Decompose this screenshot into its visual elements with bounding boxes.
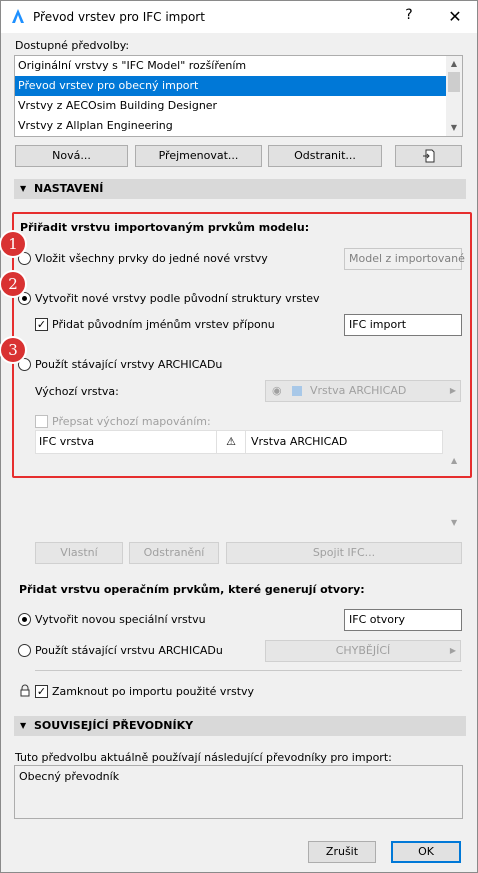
- lock-layers-checkbox[interactable]: ✓: [35, 685, 48, 698]
- scroll-up-icon[interactable]: ▲: [446, 56, 462, 72]
- special-layer-label: Vytvořit novou speciální vrstvu: [35, 613, 206, 626]
- settings-header-label: NASTAVENÍ: [34, 182, 104, 195]
- custom-button[interactable]: Vlastní: [35, 542, 123, 564]
- openings-title: Přidat vrstvu operačním prvkům, které ge…: [19, 583, 365, 596]
- suffix-checkbox[interactable]: ✓: [35, 318, 48, 331]
- existing-opening-layer-label: Použít stávající vrstvu ARCHICADu: [35, 644, 223, 657]
- original-structure-label: Vytvořit nové vrstvy podle původní struk…: [35, 292, 320, 305]
- table-scroll-down-icon[interactable]: ▼: [451, 518, 457, 527]
- preset-item[interactable]: Vrstvy z Allplan Engineering: [15, 116, 462, 136]
- presets-scrollbar[interactable]: ▲ ▼: [446, 56, 462, 136]
- default-layer-value: Vrstva ARCHICAD: [310, 384, 407, 397]
- existing-layers-label: Použít stávající vrstvy ARCHICADu: [35, 358, 223, 371]
- mapping-table-header: IFC vrstva ⚠ Vrstva ARCHICAD: [35, 430, 443, 454]
- collapse-triangle-icon: ▼: [20, 184, 27, 193]
- suffix-input[interactable]: IFC import: [344, 314, 462, 336]
- preset-item[interactable]: Originální vrstvy s "IFC Model" rozšířen…: [15, 56, 462, 76]
- override-checkbox[interactable]: [35, 415, 48, 428]
- eye-icon: ◉: [272, 384, 282, 397]
- opening-layer-value: CHYBĚJÍCÍ: [335, 644, 391, 657]
- scroll-thumb[interactable]: [448, 72, 460, 92]
- close-button[interactable]: ✕: [445, 7, 465, 27]
- dropdown-arrow-icon: ▶: [449, 646, 456, 655]
- divider: [35, 670, 462, 671]
- window-title: Převod vrstev pro IFC import: [33, 10, 205, 24]
- archicad-layer-column[interactable]: Vrstva ARCHICAD: [248, 431, 428, 453]
- openings-layer-input[interactable]: IFC otvory: [344, 609, 462, 631]
- default-layer-dropdown[interactable]: ◉ Vrstva ARCHICAD ▶: [265, 380, 461, 402]
- single-layer-radio[interactable]: [18, 252, 31, 265]
- ok-button[interactable]: OK: [391, 841, 461, 863]
- scroll-down-icon[interactable]: ▼: [446, 120, 462, 136]
- badge-3: 3: [1, 338, 25, 362]
- single-layer-label: Vložit všechny prvky do jedné nové vrstv…: [35, 252, 268, 265]
- related-translators-list: Obecný převodník: [14, 765, 463, 819]
- warning-icon: ⚠: [216, 431, 246, 453]
- collapse-triangle-icon: ▼: [20, 721, 27, 730]
- delete-preset-button[interactable]: Odstranit...: [268, 145, 382, 167]
- preset-item[interactable]: Vrstvy z AECOsim Building Designer: [15, 96, 462, 116]
- suffix-label: Přidat původním jménům vrstev příponu: [52, 318, 275, 331]
- help-button[interactable]: ?: [399, 7, 419, 27]
- presets-list[interactable]: Originální vrstvy s "IFC Model" rozšířen…: [14, 55, 463, 137]
- archicad-app-icon: [12, 9, 24, 23]
- new-preset-button[interactable]: Nová...: [15, 145, 128, 167]
- single-layer-name-field[interactable]: Model z importované: [344, 248, 465, 270]
- preset-item-selected[interactable]: Převod vrstev pro obecný import: [15, 76, 446, 96]
- related-section-header[interactable]: ▼ SOUVISEJÍCÍ PŘEVODNÍKY: [14, 716, 466, 736]
- related-header-label: SOUVISEJÍCÍ PŘEVODNÍKY: [34, 719, 194, 732]
- presets-label: Dostupné předvolby:: [15, 39, 130, 52]
- badge-1: 1: [1, 232, 25, 256]
- dropdown-arrow-icon: ▶: [449, 386, 456, 395]
- ifc-layer-conversion-dialog: Převod vrstev pro IFC import ? ✕ Dostupn…: [0, 0, 478, 873]
- assign-layer-title: Přiřadit vrstvu importovaným prvkům mode…: [20, 221, 310, 234]
- remove-button[interactable]: Odstranění: [129, 542, 219, 564]
- special-layer-radio[interactable]: [18, 613, 31, 626]
- settings-section-header[interactable]: ▼ NASTAVENÍ: [14, 179, 466, 199]
- existing-opening-layer-radio[interactable]: [18, 644, 31, 657]
- related-description: Tuto předvolbu aktuálně používají násled…: [15, 751, 392, 764]
- related-translator-item: Obecný převodník: [19, 770, 120, 783]
- badge-2: 2: [1, 272, 25, 296]
- merge-ifc-button[interactable]: Spojit IFC...: [226, 542, 462, 564]
- table-scroll-up-icon[interactable]: ▲: [451, 456, 457, 465]
- default-layer-label: Výchozí vrstva:: [35, 385, 119, 398]
- import-preset-button[interactable]: [395, 145, 462, 167]
- lock-icon: [20, 684, 30, 697]
- layer-icon: [292, 386, 302, 396]
- lock-layers-label: Zamknout po importu použité vrstvy: [52, 685, 255, 698]
- import-file-icon: [422, 149, 434, 163]
- rename-preset-button[interactable]: Přejmenovat...: [135, 145, 262, 167]
- override-label: Přepsat výchozí mapováním:: [52, 415, 211, 428]
- original-structure-radio[interactable]: [18, 292, 31, 305]
- opening-layer-dropdown[interactable]: CHYBĚJÍCÍ ▶: [265, 640, 461, 662]
- cancel-button[interactable]: Zrušit: [308, 841, 376, 863]
- ifc-layer-column[interactable]: IFC vrstva: [36, 431, 216, 453]
- title-bar: Převod vrstev pro IFC import ? ✕: [1, 1, 477, 33]
- existing-layers-radio[interactable]: [18, 358, 31, 371]
